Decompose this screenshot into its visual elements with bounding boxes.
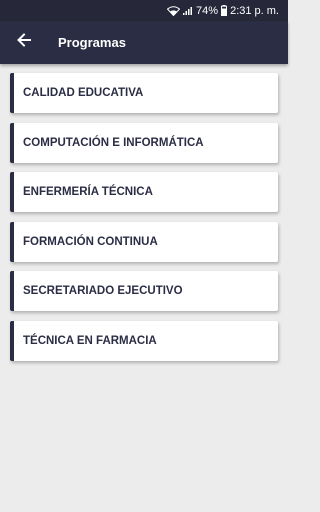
program-item-computacion-informatica[interactable]: COMPUTACIÓN E INFORMÁTICA [10,122,278,163]
signal-icon [183,6,193,15]
program-item-label: TÉCNICA EN FARMACIA [23,334,157,347]
back-arrow-icon [17,33,31,52]
program-item-secretariado-ejecutivo[interactable]: SECRETARIADO EJECUTIVO [10,271,278,311]
battery-icon [221,5,228,16]
battery-percent: 74% [196,4,219,17]
program-item-calidad-educativa[interactable]: CALIDAD EDUCATIVA [10,73,278,113]
program-item-formacion-continua[interactable]: FORMACIÓN CONTINUA [10,221,278,262]
back-button[interactable] [4,21,44,64]
program-item-label: CALIDAD EDUCATIVA [23,87,144,99]
program-item-label: ENFERMERÍA TÉCNICA [23,186,153,198]
program-item-enfermeria-tecnica[interactable]: ENFERMERÍA TÉCNICA [10,172,278,212]
program-item-label: COMPUTACIÓN E INFORMÁTICA [23,136,204,149]
program-item-label: FORMACIÓN CONTINUA [23,235,158,248]
program-item-label: SECRETARIADO EJECUTIVO [23,285,183,297]
page-title: Programas [58,35,126,50]
status-bar: 74% 2:31 p. m. [0,0,288,21]
program-list: CALIDAD EDUCATIVA COMPUTACIÓN E INFORMÁT… [10,73,278,370]
program-item-tecnica-farmacia[interactable]: TÉCNICA EN FARMACIA [10,320,278,361]
clock: 2:31 p. m. [230,4,279,17]
app-bar: Programas [0,21,288,64]
wifi-icon [167,5,181,16]
